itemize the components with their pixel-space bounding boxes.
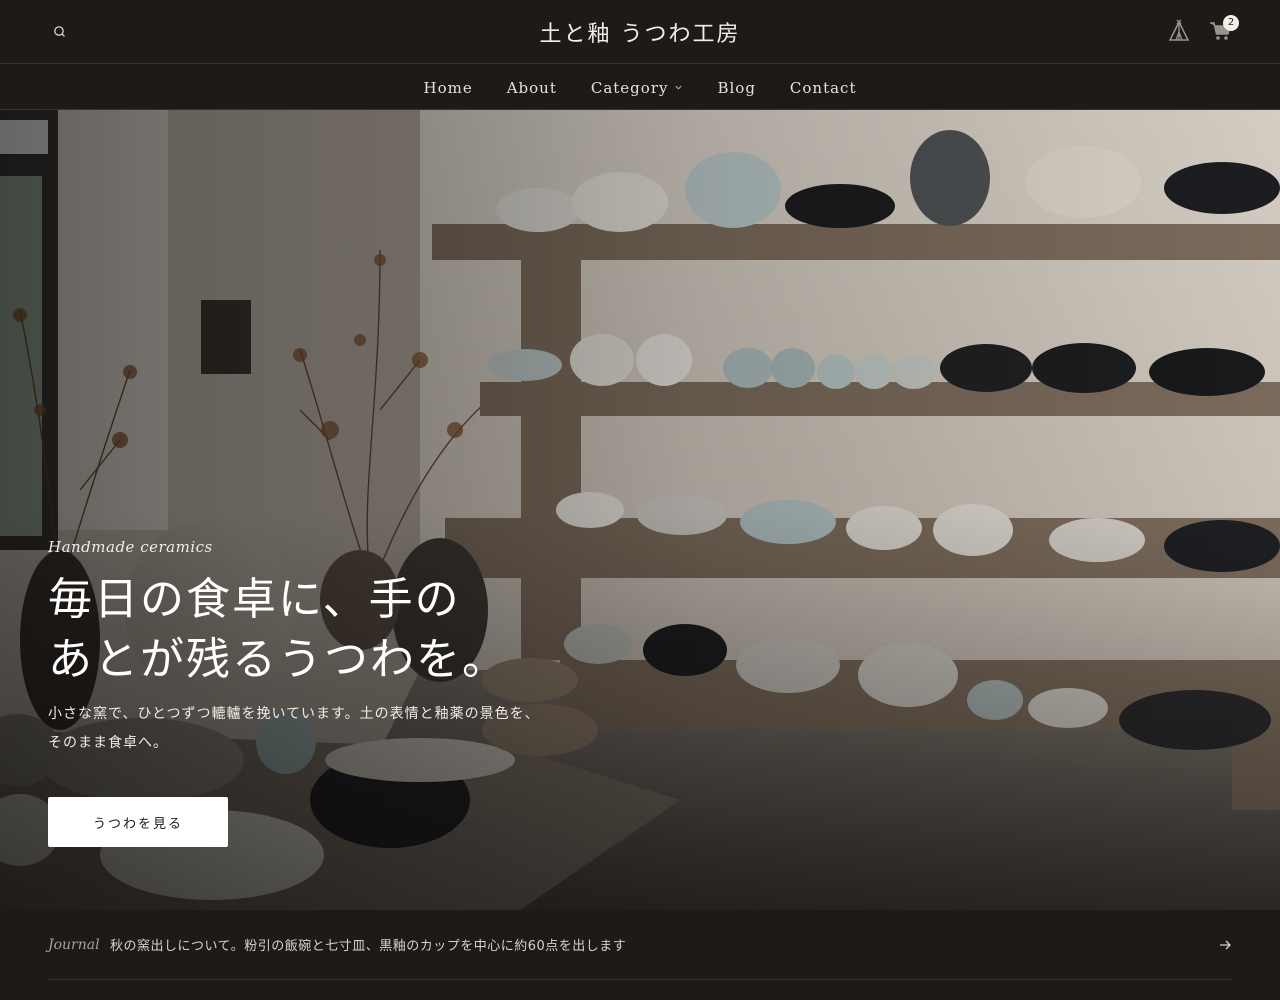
hero-section: Handmade ceramics 毎日の食卓に、手の あとが残るうつわを。 小… [0, 110, 1280, 910]
main-nav: Home About Category Blog Contact [0, 65, 1280, 110]
view-ceramics-button[interactable]: うつわを見る [48, 797, 228, 847]
nav-item-contact[interactable]: Contact [790, 79, 857, 97]
hero-subcopy: 小さな窯で、ひとつずつ轆轤を挽いています。土の表情と釉薬の景色を、 そのまま食卓… [48, 700, 668, 758]
arrow-right-icon[interactable] [1218, 938, 1232, 952]
nav-item-category[interactable]: Category [591, 79, 684, 97]
journal-label: Journal [48, 936, 100, 953]
nav-item-label: About [506, 78, 557, 97]
chevron-down-icon [675, 85, 683, 90]
tent-icon[interactable] [1166, 18, 1192, 44]
nav-item-label: Blog [717, 78, 756, 97]
journal-announcement[interactable]: Journal 秋の窯出しについて。粉引の飯碗と七寸皿、黒釉のカップを中心に約6… [48, 910, 1232, 980]
hero-headline: 毎日の食卓に、手の あとが残るうつわを。 [48, 570, 668, 690]
journal-text: 秋の窯出しについて。粉引の飯碗と七寸皿、黒釉のカップを中心に約60点を出します [110, 939, 627, 954]
hero-subcopy-line: そのまま食卓へ。 [48, 735, 168, 751]
site-logo[interactable]: 土と釉 うつわ工房 [0, 16, 1280, 48]
nav-item-blog[interactable]: Blog [717, 79, 755, 97]
hero-headline-line: 毎日の食卓に、手の [48, 574, 461, 625]
nav-item-about[interactable]: About [507, 79, 557, 97]
nav-item-label: Home [423, 78, 473, 97]
hero-copy: Handmade ceramics 毎日の食卓に、手の あとが残るうつわを。 小… [48, 538, 668, 758]
top-header: 土と釉 うつわ工房 2 [0, 0, 1280, 64]
hero-background-image [0, 110, 1280, 910]
nav-item-label: Category [590, 78, 669, 97]
hero-subcopy-line: 小さな窯で、ひとつずつ轆轤を挽いています。土の表情と釉薬の景色を、 [48, 706, 540, 722]
hero-headline-line: あとが残るうつわを。 [48, 634, 508, 685]
nav-item-home[interactable]: Home [423, 79, 472, 97]
hero-eyebrow: Handmade ceramics [48, 538, 213, 556]
nav-item-label: Contact [789, 78, 857, 97]
cart-count-badge: 2 [1223, 15, 1239, 31]
